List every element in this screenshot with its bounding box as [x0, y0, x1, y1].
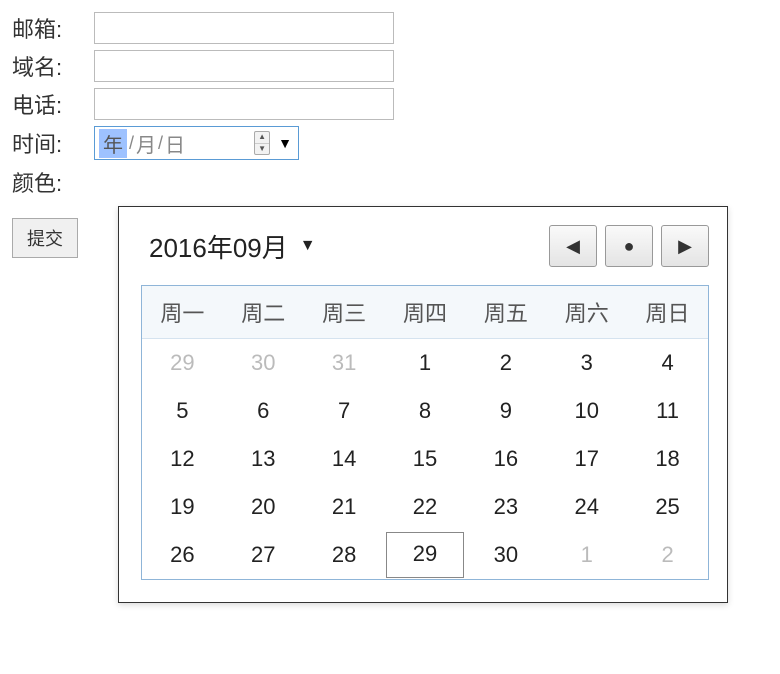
datepicker-grid: 周一周二周三周四周五周六周日 2930311234567891011121314…: [141, 285, 709, 580]
day-cell[interactable]: 10: [546, 387, 627, 435]
day-cell[interactable]: 29: [386, 532, 465, 578]
day-cell[interactable]: 8: [385, 387, 466, 435]
day-cell[interactable]: 11: [627, 387, 708, 435]
color-row: 颜色:: [12, 166, 780, 198]
day-grid: 2930311234567891011121314151617181920212…: [142, 339, 708, 579]
date-day-placeholder[interactable]: 日: [165, 129, 185, 158]
date-separator: /: [158, 133, 163, 154]
date-separator: /: [129, 133, 134, 154]
chevron-down-icon[interactable]: ▼: [278, 135, 292, 151]
spinner-down-icon[interactable]: ▼: [255, 144, 269, 155]
weekday-label: 周六: [546, 286, 627, 338]
weekday-label: 周五: [465, 286, 546, 338]
day-cell[interactable]: 31: [304, 339, 385, 387]
day-cell[interactable]: 20: [223, 483, 304, 531]
date-month-placeholder[interactable]: 月: [136, 129, 156, 158]
triangle-right-icon: ▶: [678, 236, 692, 257]
day-cell[interactable]: 4: [627, 339, 708, 387]
phone-label: 电话:: [12, 88, 94, 120]
chevron-down-icon: ▼: [300, 237, 316, 255]
day-cell[interactable]: 17: [546, 435, 627, 483]
datepicker-header: 2016年09月 ▼ ◀ ● ▶: [141, 225, 709, 267]
day-cell[interactable]: 19: [142, 483, 223, 531]
day-cell[interactable]: 2: [465, 339, 546, 387]
day-cell[interactable]: 9: [465, 387, 546, 435]
domain-field[interactable]: [94, 50, 394, 82]
day-cell[interactable]: 21: [304, 483, 385, 531]
day-cell[interactable]: 5: [142, 387, 223, 435]
datepicker-nav: ◀ ● ▶: [549, 225, 709, 267]
day-cell[interactable]: 6: [223, 387, 304, 435]
domain-label: 域名:: [12, 50, 94, 82]
phone-field[interactable]: [94, 88, 394, 120]
today-button[interactable]: ●: [605, 225, 653, 267]
time-row: 时间: 年 / 月 / 日 ▲ ▼ ▼: [12, 126, 780, 160]
day-cell[interactable]: 16: [465, 435, 546, 483]
weekday-label: 周一: [142, 286, 223, 338]
day-cell[interactable]: 13: [223, 435, 304, 483]
day-cell[interactable]: 1: [546, 531, 627, 579]
email-row: 邮箱:: [12, 12, 780, 44]
date-year-placeholder[interactable]: 年: [99, 129, 127, 158]
day-cell[interactable]: 26: [142, 531, 223, 579]
day-cell[interactable]: 3: [546, 339, 627, 387]
circle-icon: ●: [624, 236, 635, 257]
day-cell[interactable]: 7: [304, 387, 385, 435]
phone-row: 电话:: [12, 88, 780, 120]
spinner-up-icon[interactable]: ▲: [255, 132, 269, 144]
day-cell[interactable]: 30: [223, 339, 304, 387]
datepicker-title: 2016年09月: [149, 228, 288, 265]
color-label: 颜色:: [12, 166, 94, 198]
time-label: 时间:: [12, 127, 94, 159]
day-cell[interactable]: 30: [465, 531, 546, 579]
weekday-label: 周三: [304, 286, 385, 338]
prev-month-button[interactable]: ◀: [549, 225, 597, 267]
day-cell[interactable]: 22: [385, 483, 466, 531]
day-cell[interactable]: 25: [627, 483, 708, 531]
datepicker-popup: 2016年09月 ▼ ◀ ● ▶ 周一周二周三周四周五周六周日 29303112…: [118, 206, 728, 603]
day-cell[interactable]: 23: [465, 483, 546, 531]
day-cell[interactable]: 18: [627, 435, 708, 483]
date-input[interactable]: 年 / 月 / 日 ▲ ▼ ▼: [94, 126, 299, 160]
day-cell[interactable]: 1: [385, 339, 466, 387]
day-cell[interactable]: 12: [142, 435, 223, 483]
weekday-header: 周一周二周三周四周五周六周日: [142, 286, 708, 339]
day-cell[interactable]: 27: [223, 531, 304, 579]
next-month-button[interactable]: ▶: [661, 225, 709, 267]
day-cell[interactable]: 15: [385, 435, 466, 483]
date-spinner[interactable]: ▲ ▼: [254, 131, 270, 155]
submit-button[interactable]: 提交: [12, 218, 78, 258]
email-field[interactable]: [94, 12, 394, 44]
day-cell[interactable]: 14: [304, 435, 385, 483]
datepicker-month-selector[interactable]: 2016年09月 ▼: [141, 228, 316, 265]
day-cell[interactable]: 2: [627, 531, 708, 579]
email-label: 邮箱:: [12, 12, 94, 44]
domain-row: 域名:: [12, 50, 780, 82]
day-cell[interactable]: 24: [546, 483, 627, 531]
day-cell[interactable]: 28: [304, 531, 385, 579]
day-cell[interactable]: 29: [142, 339, 223, 387]
weekday-label: 周四: [385, 286, 466, 338]
weekday-label: 周日: [627, 286, 708, 338]
weekday-label: 周二: [223, 286, 304, 338]
triangle-left-icon: ◀: [566, 236, 580, 257]
